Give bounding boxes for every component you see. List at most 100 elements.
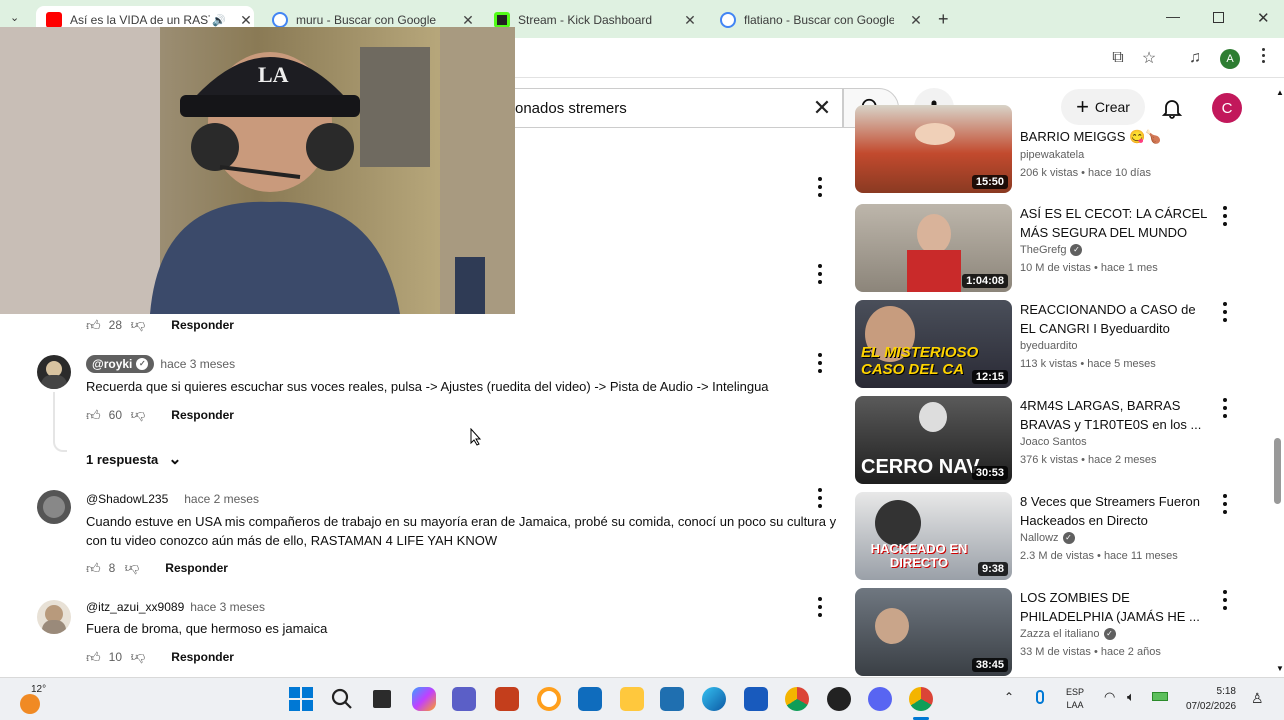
outlook-icon[interactable] <box>578 687 602 711</box>
comment-menu-icon[interactable] <box>817 597 823 617</box>
avatar[interactable] <box>37 600 71 634</box>
like-icon[interactable]: 👍︎ <box>86 649 101 666</box>
new-tab-icon[interactable]: + <box>938 9 949 30</box>
avatar[interactable] <box>37 490 71 524</box>
volume-icon[interactable]: 🔈︎ <box>1127 689 1135 705</box>
video-thumbnail[interactable]: 38:45 <box>855 588 1012 676</box>
copilot-icon[interactable] <box>412 687 436 711</box>
video-thumbnail[interactable]: 1:04:08 <box>855 204 1012 292</box>
related-video[interactable]: 38:45 LOS ZOMBIES DE PHILADELPHIA (JAMÁS… <box>855 588 1275 678</box>
like-icon[interactable]: 👍︎ <box>86 317 101 334</box>
video-title[interactable]: LOS ZOMBIES DE PHILADELPHIA (JAMÁS HE ..… <box>1020 588 1210 626</box>
reply-button[interactable]: Responder <box>171 650 234 664</box>
windows-start-icon[interactable] <box>289 687 313 711</box>
tab-list-chevron-icon[interactable]: ⌄ <box>10 11 19 24</box>
close-tab-icon[interactable]: ✕ <box>908 12 924 29</box>
battery-icon[interactable] <box>1152 692 1168 701</box>
video-meta: 206 k vistas • hace 10 días <box>1020 167 1152 179</box>
scrollbar-thumb[interactable] <box>1274 438 1281 504</box>
profile-avatar[interactable]: A <box>1220 49 1240 69</box>
related-video[interactable]: 15:50 BARRIO MEIGGS 😋🍗 pipewakatela 206 … <box>855 105 1275 195</box>
word-icon[interactable] <box>744 687 768 711</box>
video-title[interactable]: 4RM4S LARGAS, BARRAS BRAVAS y T1R0TE0S e… <box>1020 396 1210 434</box>
video-thumbnail[interactable]: 15:50 <box>855 105 1012 193</box>
restore-icon[interactable] <box>1213 12 1224 23</box>
dislike-icon[interactable]: 👍︎ <box>131 317 146 334</box>
bookmark-star-icon[interactable]: ☆ <box>1139 48 1159 68</box>
video-thumbnail[interactable]: CERRO NAV 30:53 <box>855 396 1012 484</box>
weather-widget[interactable]: 12° <box>20 684 50 714</box>
search-text: onados stremers <box>515 99 627 117</box>
thumbnail-text: HACKEADO EN DIRECTO <box>870 541 968 570</box>
video-title[interactable]: ASÍ ES EL CECOT: LA CÁRCEL MÁS SEGURA DE… <box>1020 204 1210 242</box>
clear-search-icon[interactable]: ✕ <box>802 95 842 121</box>
close-tab-icon[interactable]: ✕ <box>238 12 254 29</box>
media-controls-icon[interactable]: ♫ <box>1185 48 1205 68</box>
task-view-icon[interactable] <box>370 687 394 711</box>
dislike-icon[interactable]: 👍︎ <box>131 407 146 424</box>
clock[interactable]: 5:18 07/02/2026 <box>1186 684 1236 714</box>
comment-menu-icon[interactable] <box>817 264 823 284</box>
notification-icon[interactable]: ♙ <box>1251 690 1264 707</box>
like-icon[interactable]: 👍︎ <box>86 407 101 424</box>
tab-google-flatiano[interactable]: flatiano - Buscar con Google ✕ <box>710 6 924 34</box>
app-icon[interactable] <box>537 687 561 711</box>
file-explorer-icon[interactable] <box>620 687 644 711</box>
video-menu-icon[interactable] <box>1222 398 1228 418</box>
video-channel[interactable]: Nallowz ✓ <box>1020 532 1075 544</box>
search-input[interactable]: onados stremers ✕ <box>515 88 843 128</box>
reply-button[interactable]: Responder <box>171 408 234 422</box>
video-menu-icon[interactable] <box>1222 494 1228 514</box>
chrome-profile-icon[interactable] <box>909 687 933 711</box>
verified-icon: ✓ <box>1062 532 1075 544</box>
comment-menu-icon[interactable] <box>817 488 823 508</box>
video-menu-icon[interactable] <box>1222 206 1228 226</box>
related-video[interactable]: CERRO NAV 30:53 4RM4S LARGAS, BARRAS BRA… <box>855 396 1275 486</box>
reply-button[interactable]: Responder <box>171 318 234 332</box>
language-indicator[interactable]: ESP LAA <box>1066 686 1084 712</box>
browser-menu-icon[interactable] <box>1262 48 1265 63</box>
obs-icon[interactable] <box>827 687 851 711</box>
video-title[interactable]: 8 Veces que Streamers Fueron Hackeados e… <box>1020 492 1210 530</box>
store-icon[interactable] <box>660 687 684 711</box>
video-channel[interactable]: TheGrefg ✓ <box>1020 244 1083 256</box>
show-replies-button[interactable]: 1 respuesta ⌄ <box>86 449 182 469</box>
microphone-icon[interactable] <box>1036 690 1044 704</box>
video-thumbnail[interactable]: EL MISTERIOSO CASO DEL CA 12:15 <box>855 300 1012 388</box>
comment-menu-icon[interactable] <box>817 353 823 373</box>
close-tab-icon[interactable]: ✕ <box>682 12 698 29</box>
search-icon[interactable] <box>330 687 354 711</box>
install-app-icon[interactable]: ⧉ <box>1108 48 1128 68</box>
discord-icon[interactable] <box>868 687 892 711</box>
author-badge[interactable]: @royki ✓ <box>86 355 155 373</box>
video-menu-icon[interactable] <box>1222 590 1228 610</box>
minimize-icon[interactable]: — <box>1166 8 1180 24</box>
video-channel[interactable]: Zazza el italiano ✓ <box>1020 628 1116 640</box>
related-video[interactable]: 1:04:08 ASÍ ES EL CECOT: LA CÁRCEL MÁS S… <box>855 204 1275 294</box>
wifi-icon[interactable]: ◠ <box>1104 689 1115 705</box>
dislike-icon[interactable]: 👍︎ <box>125 560 140 577</box>
video-channel[interactable]: byeduardito <box>1020 340 1078 352</box>
dislike-icon[interactable]: 👍︎ <box>131 649 146 666</box>
video-thumbnail[interactable]: HACKEADO EN DIRECTO 9:38 <box>855 492 1012 580</box>
video-title[interactable]: REACCIONANDO a CASO de EL CANGRI I Byedu… <box>1020 300 1210 338</box>
comment-menu-icon[interactable] <box>817 177 823 197</box>
video-channel[interactable]: pipewakatela <box>1020 149 1084 161</box>
avatar[interactable] <box>37 355 71 389</box>
video-title[interactable]: BARRIO MEIGGS 😋🍗 <box>1020 127 1210 146</box>
chevron-down-icon: ⌄ <box>168 451 182 468</box>
teams-icon[interactable] <box>452 687 476 711</box>
show-hidden-icons-chevron-icon[interactable]: ⌃ <box>1004 690 1014 704</box>
edge-icon[interactable] <box>702 687 726 711</box>
close-tab-icon[interactable]: ✕ <box>460 12 476 29</box>
video-channel[interactable]: Joaco Santos <box>1020 436 1087 448</box>
related-video[interactable]: EL MISTERIOSO CASO DEL CA 12:15 REACCION… <box>855 300 1275 390</box>
related-video[interactable]: HACKEADO EN DIRECTO 9:38 8 Veces que Str… <box>855 492 1275 582</box>
chrome-icon[interactable] <box>785 687 809 711</box>
reply-button[interactable]: Responder <box>165 561 228 575</box>
tab-kick-dashboard[interactable]: Stream - Kick Dashboard ✕ <box>484 6 698 34</box>
video-menu-icon[interactable] <box>1222 302 1228 322</box>
powerpoint-icon[interactable] <box>495 687 519 711</box>
like-icon[interactable]: 👍︎ <box>86 560 101 577</box>
close-window-icon[interactable]: ✕ <box>1257 9 1270 27</box>
